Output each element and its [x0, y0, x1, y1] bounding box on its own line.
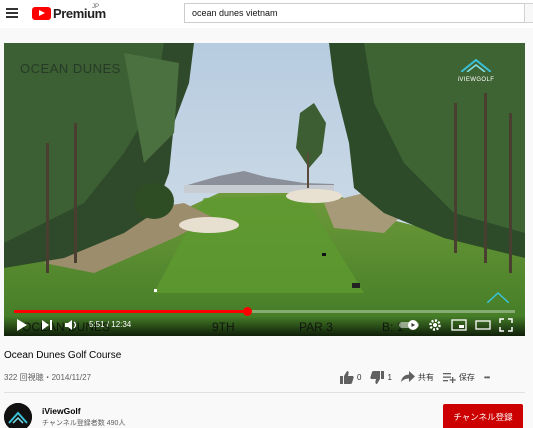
video-meta: 322 回視聴・2014/11/27 — [4, 373, 92, 382]
hole-number: 9TH — [212, 320, 235, 334]
search-input[interactable]: ocean dunes vietnam — [184, 3, 526, 23]
volume-icon[interactable] — [64, 318, 78, 332]
divider — [4, 392, 525, 393]
share-button[interactable]: 共有 — [400, 371, 434, 383]
save-label: 保存 — [458, 372, 475, 382]
youtube-play-icon — [32, 6, 51, 20]
progress-played — [14, 310, 248, 313]
next-icon[interactable] — [41, 318, 53, 332]
autoplay-toggle-icon[interactable] — [398, 318, 420, 332]
save-button[interactable]: 保存 — [442, 372, 475, 383]
progress-bar[interactable] — [14, 307, 515, 316]
thumbs-down-icon — [370, 370, 385, 384]
fullscreen-icon[interactable] — [499, 318, 513, 332]
thumbs-up-icon — [340, 370, 354, 384]
subscriber-count: チャンネル登録者数 490人 — [42, 420, 126, 427]
share-label: 共有 — [417, 372, 434, 382]
share-arrow-icon — [400, 371, 415, 382]
logo-region: JP — [92, 4, 100, 10]
watermark-label: iVIEWGOLF — [457, 77, 495, 83]
playlist-add-icon — [442, 372, 456, 383]
theater-mode-icon[interactable] — [475, 318, 491, 332]
like-count: 0 — [357, 372, 362, 382]
play-icon[interactable] — [16, 318, 28, 332]
video-actions: 0 1 共有 保存 ••• — [340, 370, 498, 384]
corner-logo-icon — [487, 291, 509, 303]
dislike-count: 1 — [387, 372, 392, 382]
course-watermark: OCEAN DUNES — [20, 61, 121, 76]
subscribe-button[interactable]: チャンネル登録 — [443, 404, 523, 428]
channel-avatar[interactable] — [4, 403, 32, 428]
iviewgolf-logo-icon — [460, 58, 492, 73]
hole-par: PAR 3 — [299, 320, 333, 334]
iviewgolf-watermark: iVIEWGOLF — [450, 58, 502, 83]
search-button[interactable] — [524, 3, 533, 23]
time-display: 5:51 / 12:34 — [89, 320, 132, 329]
hamburger-menu-icon[interactable] — [6, 8, 18, 18]
more-actions-button[interactable]: ••• — [484, 373, 490, 382]
top-bar: Premium JP ocean dunes vietnam — [0, 0, 533, 28]
progress-scrubber[interactable] — [242, 307, 252, 316]
iviewgolf-avatar-icon — [4, 403, 32, 428]
video-player[interactable]: OCEAN DUNES iVIEWGOLF OCEAN DUNES 9TH PA… — [4, 43, 525, 336]
video-frame — [4, 43, 525, 336]
channel-name[interactable]: iViewGolf — [42, 406, 81, 416]
settings-gear-icon[interactable] — [428, 318, 442, 332]
video-title: Ocean Dunes Golf Course — [4, 350, 122, 361]
like-button[interactable]: 0 — [340, 370, 362, 384]
dislike-button[interactable]: 1 — [370, 370, 392, 384]
miniplayer-icon[interactable] — [451, 318, 467, 332]
